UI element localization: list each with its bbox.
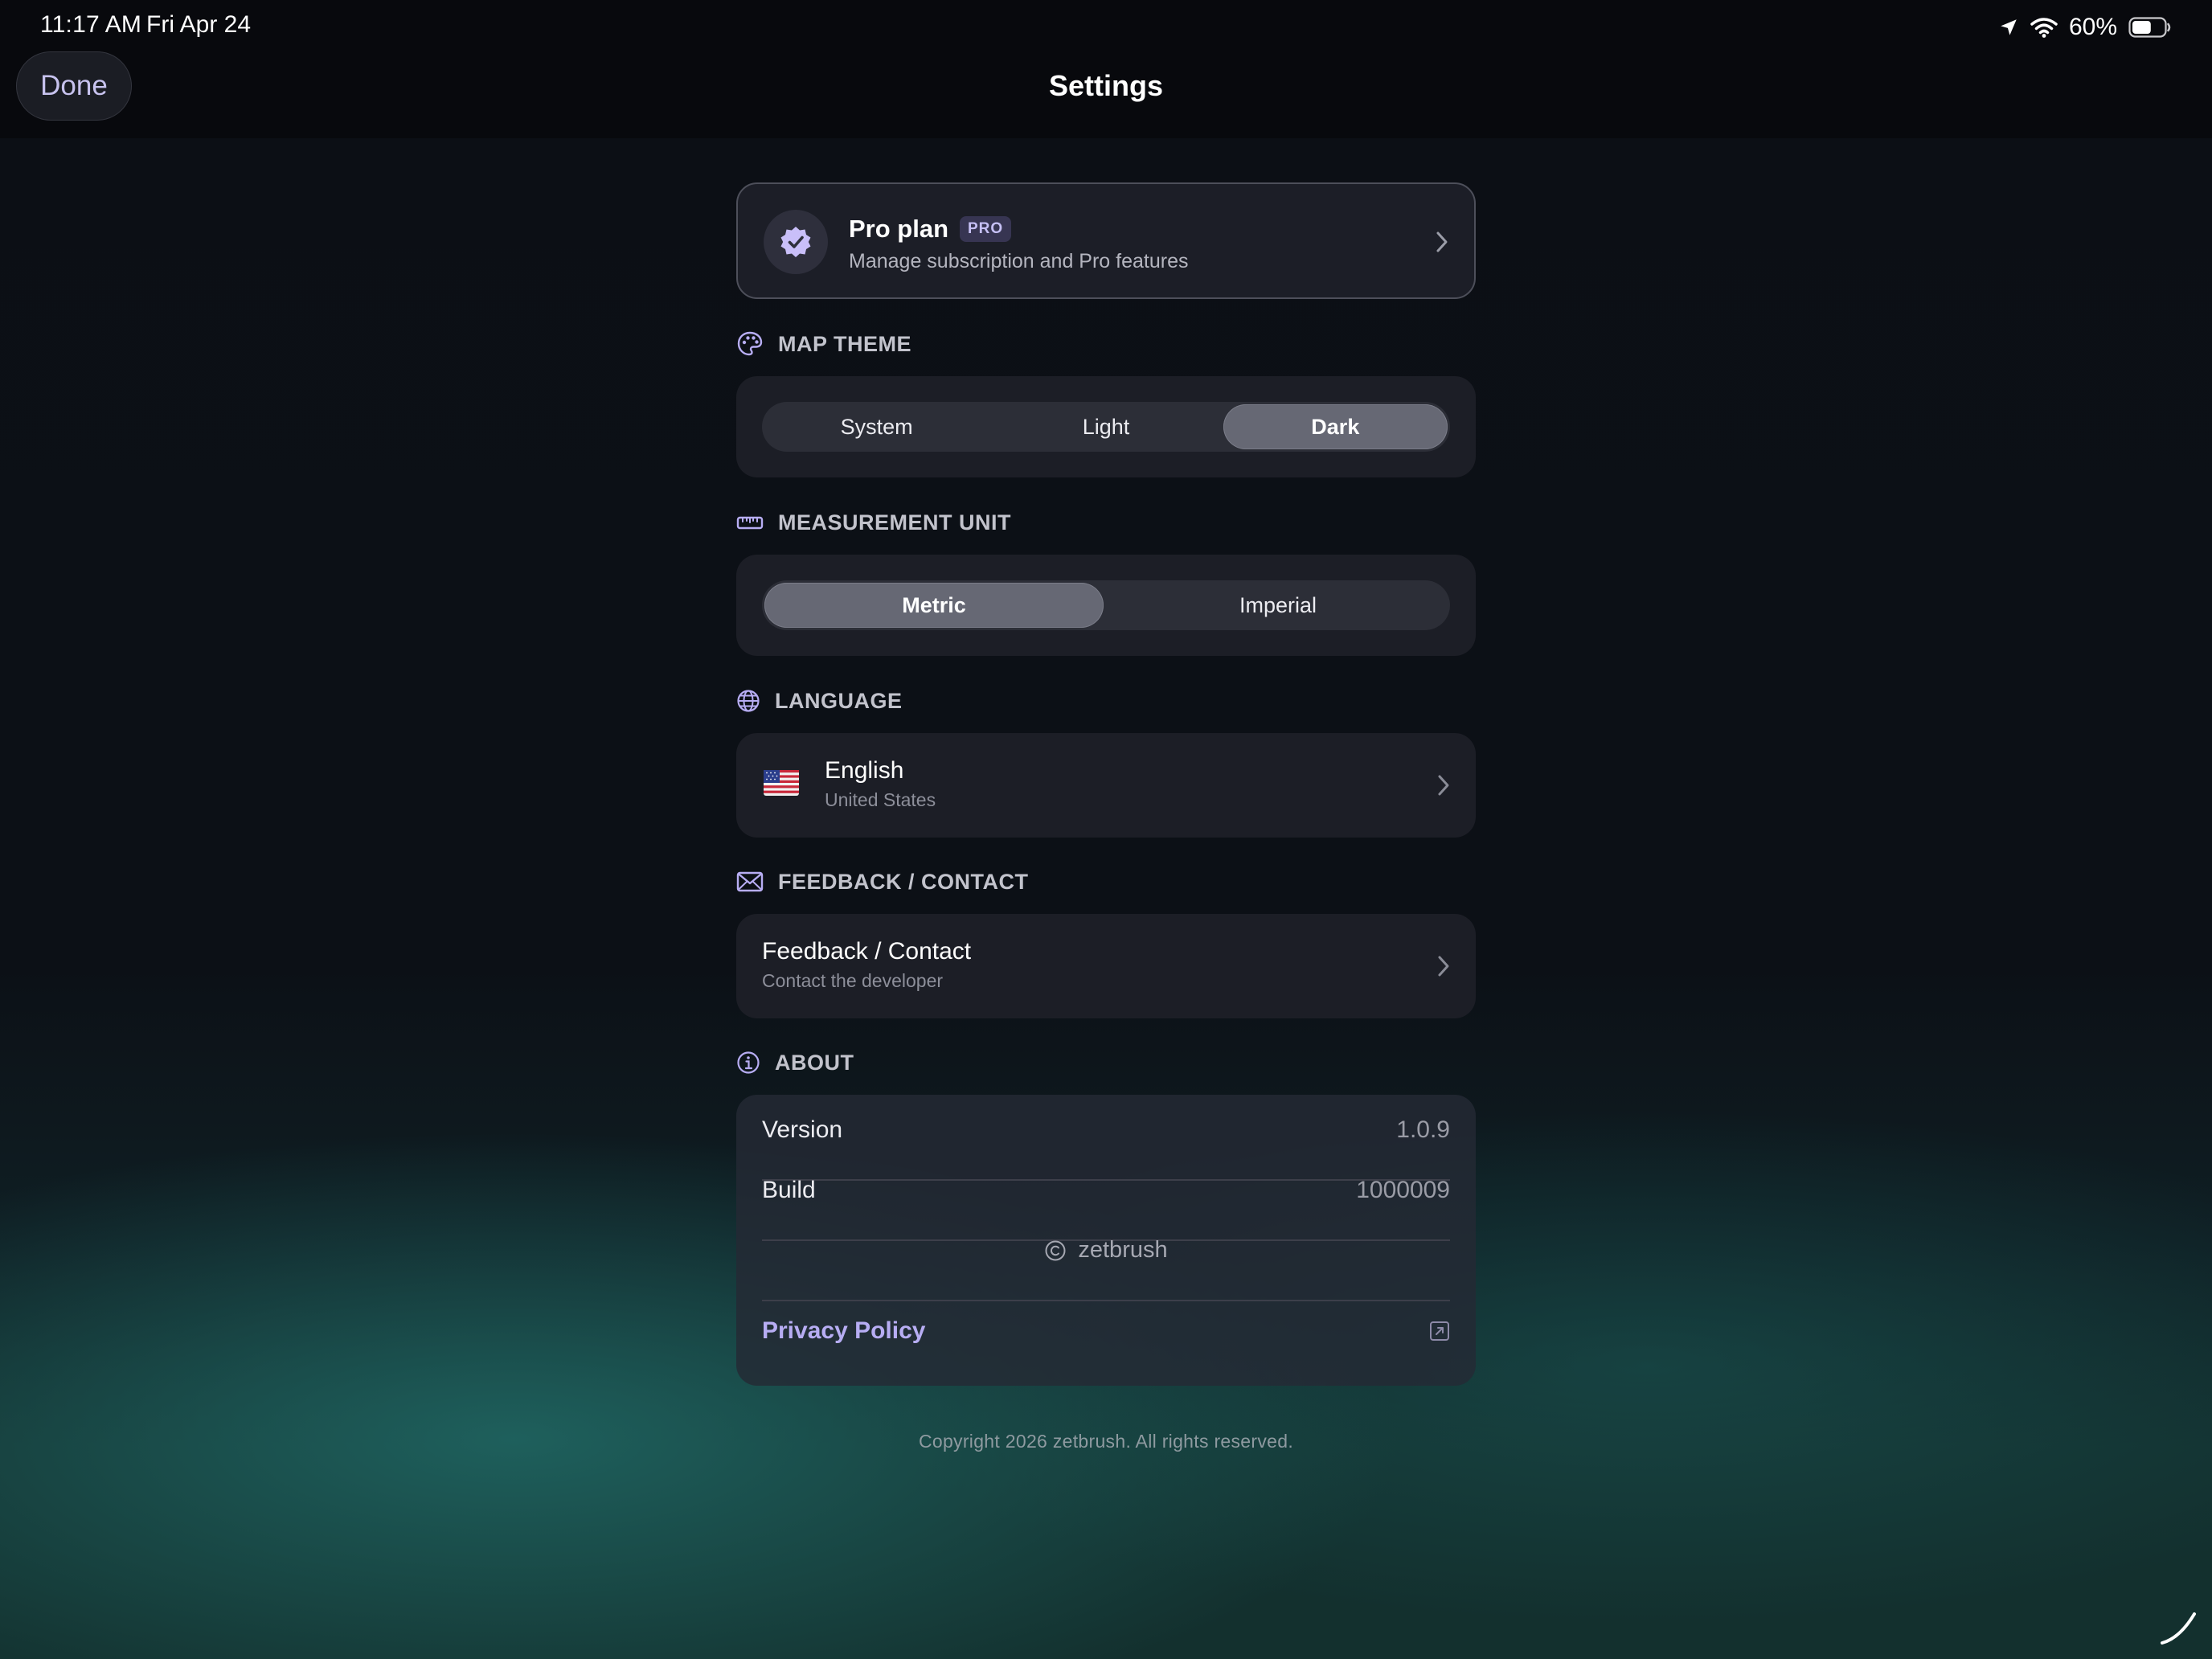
- info-icon: [737, 1051, 760, 1074]
- pro-plan-card[interactable]: Pro plan PRO Manage subscription and Pro…: [736, 182, 1476, 299]
- language-heading: LANGUAGE: [736, 685, 903, 717]
- pro-plan-title: Pro plan: [849, 215, 949, 243]
- page-title: Settings: [1048, 69, 1163, 102]
- map-theme-heading: MAP THEME: [736, 328, 911, 360]
- privacy-policy-row[interactable]: Privacy Policy: [762, 1301, 1450, 1361]
- privacy-policy-link[interactable]: Privacy Policy: [762, 1317, 925, 1345]
- battery-percent: 60%: [2068, 14, 2117, 40]
- us-flag-icon: [764, 770, 799, 796]
- language-region: United States: [825, 789, 936, 810]
- about-card: Version 1.0.9 Build 1000009 zetbrush Pri…: [736, 1095, 1476, 1386]
- map-theme-heading-label: MAP THEME: [778, 331, 912, 356]
- chevron-right-icon: [1436, 231, 1448, 252]
- pro-badge-icon-wrapper: [764, 210, 828, 274]
- build-row: Build 1000009: [762, 1160, 1450, 1220]
- feedback-subtitle: Contact the developer: [762, 970, 944, 991]
- version-row: Version 1.0.9: [762, 1100, 1450, 1160]
- pro-tag-badge: PRO: [960, 216, 1012, 242]
- unit-option-imperial[interactable]: Imperial: [1108, 583, 1448, 628]
- credit-text: zetbrush: [1078, 1237, 1168, 1263]
- globe-icon: [737, 690, 760, 712]
- feedback-title: Feedback / Contact: [762, 938, 972, 965]
- about-heading: ABOUT: [736, 1047, 854, 1079]
- copyright-icon: [1045, 1240, 1066, 1260]
- language-name: English: [825, 757, 904, 784]
- unit-option-metric[interactable]: Metric: [764, 583, 1104, 628]
- copyright-footer: Copyright 2026 zetbrush. All rights rese…: [918, 1431, 1294, 1452]
- envelope-icon: [736, 871, 764, 892]
- map-theme-card: System Light Dark: [736, 376, 1476, 477]
- status-date: Fri Apr 24: [146, 11, 252, 38]
- language-row[interactable]: English United States: [736, 733, 1476, 838]
- build-label: Build: [762, 1176, 816, 1203]
- location-arrow-icon: [1998, 17, 2019, 38]
- palette-icon: [737, 331, 763, 356]
- wifi-icon: [2030, 17, 2058, 38]
- chevron-right-icon: [1438, 956, 1449, 977]
- build-value: 1000009: [1356, 1176, 1450, 1203]
- credit-row: zetbrush: [736, 1220, 1476, 1280]
- ruler-icon: [736, 516, 764, 530]
- map-theme-segmented-control: System Light Dark: [762, 402, 1450, 452]
- language-heading-label: LANGUAGE: [775, 688, 903, 713]
- version-value: 1.0.9: [1396, 1116, 1450, 1143]
- feedback-heading: FEEDBACK / CONTACT: [736, 866, 1028, 898]
- pro-plan-subtitle: Manage subscription and Pro features: [849, 250, 1189, 272]
- map-theme-option-light[interactable]: Light: [993, 404, 1218, 449]
- map-theme-option-system[interactable]: System: [764, 404, 989, 449]
- status-indicators: 60%: [1998, 11, 2172, 43]
- status-time: 11:17 AM: [40, 11, 142, 38]
- version-label: Version: [762, 1116, 843, 1143]
- chevron-right-icon: [1438, 775, 1449, 796]
- measurement-unit-segmented-control: Metric Imperial: [762, 580, 1450, 630]
- measurement-unit-card: Metric Imperial: [736, 555, 1476, 656]
- pencil-hover-indicator-icon: [2161, 1612, 2196, 1645]
- feedback-contact-row[interactable]: Feedback / Contact Contact the developer: [736, 914, 1476, 1018]
- top-bar: 11:17 AM Fri Apr 24 60% Done Settings: [0, 0, 2212, 138]
- verified-badge-icon: [780, 227, 811, 257]
- measurement-unit-heading: MEASUREMENT UNIT: [736, 506, 1011, 539]
- map-theme-option-dark[interactable]: Dark: [1223, 404, 1448, 449]
- battery-icon: [2128, 16, 2172, 39]
- external-link-icon: [1430, 1321, 1449, 1341]
- measurement-unit-heading-label: MEASUREMENT UNIT: [778, 510, 1011, 535]
- about-heading-label: ABOUT: [775, 1050, 854, 1075]
- feedback-heading-label: FEEDBACK / CONTACT: [778, 869, 1029, 894]
